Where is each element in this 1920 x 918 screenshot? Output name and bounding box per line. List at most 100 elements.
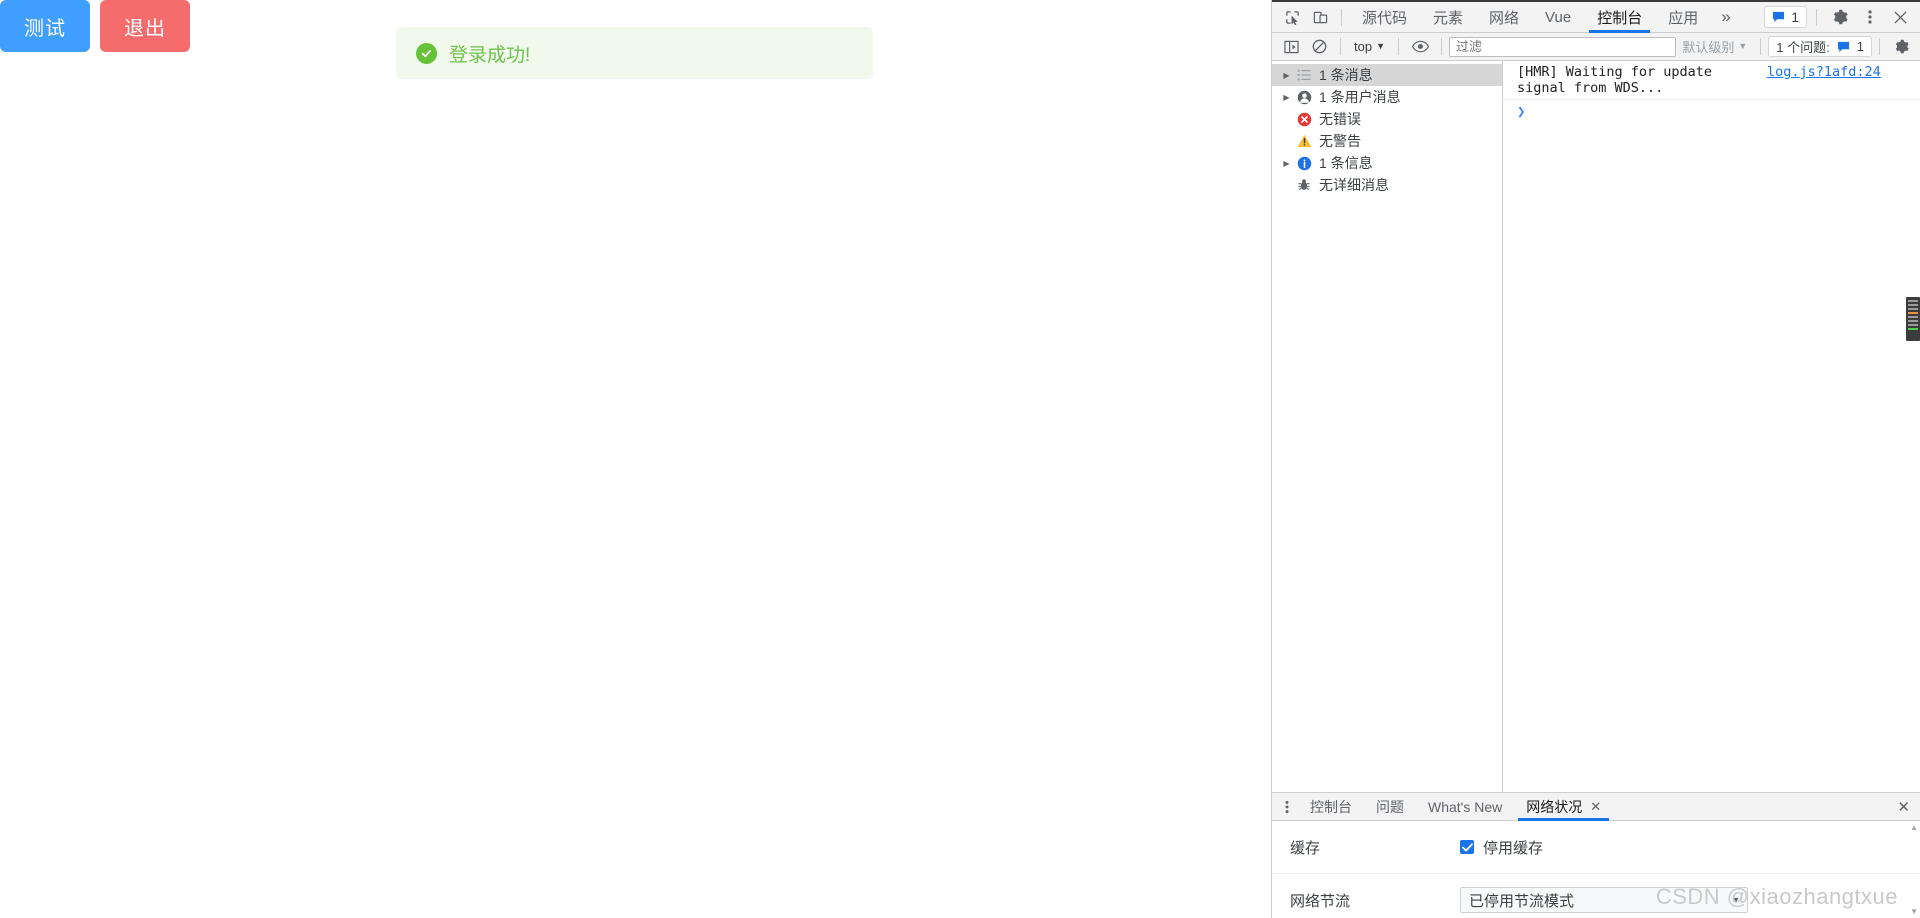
more-options-icon[interactable] (1856, 4, 1884, 30)
success-check-icon (416, 42, 437, 64)
checkbox-checked-icon (1460, 840, 1474, 854)
message-bubble-icon (1773, 11, 1785, 23)
console-message-text: [HMR] Waiting for update signal from WDS… (1517, 64, 1721, 96)
page-button-toolbar: 测试 退出 (0, 0, 190, 52)
chevron-down-icon: ▼ (1376, 41, 1385, 51)
console-filter-toolbar: top ▼ 默认级别 ▼ 1 个问题: 1 (1272, 33, 1920, 61)
ruler-mark-warning (1908, 312, 1918, 314)
close-icon[interactable] (1886, 4, 1914, 30)
throttling-select[interactable]: 已停用节流模式 ▼ (1460, 887, 1748, 913)
log-level-selector[interactable]: 默认级别 ▼ (1676, 36, 1753, 58)
ruler-mark (1908, 300, 1918, 302)
network-conditions-cache-row: 缓存 停用缓存 (1272, 821, 1920, 874)
filterbar-divider-3 (1441, 38, 1442, 55)
filterbar-divider-2 (1398, 38, 1399, 55)
chevron-down-icon: ▼ (1738, 41, 1748, 51)
execution-context-value: top (1354, 39, 1373, 54)
web-page-viewport: 测试 退出 登录成功! (0, 0, 1271, 918)
ruler-mark (1908, 316, 1918, 318)
network-conditions-panel: 缓存 停用缓存 网络节流 已停用节流模式 ▼ ▲ ▼ (1272, 821, 1920, 918)
info-icon (1293, 156, 1315, 171)
message-bubble-icon (1837, 41, 1849, 52)
test-button[interactable]: 测试 (0, 0, 90, 52)
close-icon[interactable]: ✕ (1590, 799, 1601, 815)
drawer-tab-console[interactable]: 控制台 (1298, 793, 1364, 821)
tab-elements[interactable]: 元素 (1420, 2, 1476, 33)
logout-button[interactable]: 退出 (100, 0, 190, 52)
drawer-tab-issues[interactable]: 问题 (1364, 793, 1416, 821)
console-filter-input[interactable] (1449, 36, 1677, 57)
console-input-prompt[interactable]: ❯ (1503, 100, 1920, 124)
console-sidebar-item-warnings[interactable]: 无警告 (1272, 130, 1502, 152)
success-alert: 登录成功! (396, 27, 873, 79)
console-sidebar-label: 无警告 (1319, 133, 1361, 149)
drawer-scroll-down-arrow-icon[interactable]: ▼ (1910, 907, 1918, 916)
expand-arrow-icon[interactable]: ▶ (1280, 93, 1293, 102)
devtools-panel: 源代码 元素 网络 Vue 控制台 应用 » 1 top ▼ 过滤 默认级别 ▼… (1271, 0, 1920, 918)
live-expression-icon[interactable] (1406, 34, 1434, 60)
execution-context-selector[interactable]: top ▼ (1348, 36, 1391, 58)
filterbar-divider-4 (1760, 38, 1762, 55)
warning-icon (1293, 134, 1315, 148)
settings-gear-icon[interactable] (1887, 34, 1915, 60)
tab-console[interactable]: 控制台 (1584, 2, 1655, 33)
console-sidebar-label: 1 条用户消息 (1319, 89, 1401, 105)
drawer-tab-whats-new[interactable]: What's New (1416, 793, 1514, 821)
console-message-list: [HMR] Waiting for update signal from WDS… (1503, 61, 1920, 792)
chevron-down-icon: ▼ (1732, 895, 1740, 905)
ruler-mark (1908, 324, 1918, 326)
expand-arrow-icon[interactable]: ▶ (1280, 71, 1293, 80)
console-sidebar-label: 1 条信息 (1319, 155, 1373, 171)
throttling-select-value: 已停用节流模式 (1469, 892, 1575, 910)
ruler-mark (1908, 308, 1918, 310)
drawer-tab-network-conditions[interactable]: 网络状况 ✕ (1514, 793, 1613, 821)
console-body: ▶ 1 条消息 ▶ 1 条用户消息 无错误 无警告 ▶ 1 条信息 无详细消息 … (1272, 61, 1920, 793)
console-sidebar-label: 无详细消息 (1319, 177, 1389, 193)
drawer-close-icon[interactable]: ✕ (1897, 798, 1910, 816)
console-message-source-link[interactable]: log.js?1afd:24 (1767, 64, 1881, 80)
console-message-row[interactable]: [HMR] Waiting for update signal from WDS… (1503, 61, 1920, 100)
list-icon (1293, 69, 1315, 81)
tab-vue[interactable]: Vue (1532, 2, 1584, 33)
log-level-value: 默认级别 (1682, 40, 1735, 55)
console-sidebar-item-messages[interactable]: ▶ 1 条消息 (1272, 64, 1502, 86)
message-count-value: 1 (1791, 9, 1799, 25)
message-count-badge[interactable]: 1 (1764, 6, 1807, 28)
expand-arrow-icon[interactable]: ▶ (1280, 159, 1293, 168)
inspect-element-icon[interactable] (1278, 4, 1306, 30)
ruler-mark-ok (1908, 328, 1918, 330)
console-sidebar-item-errors[interactable]: 无错误 (1272, 108, 1502, 130)
console-sidebar-toggle-icon[interactable] (1277, 34, 1305, 60)
clear-console-icon[interactable] (1305, 34, 1333, 60)
settings-gear-icon[interactable] (1826, 4, 1854, 30)
tab-application[interactable]: 应用 (1655, 2, 1711, 33)
console-sidebar-label: 无错误 (1319, 111, 1361, 127)
scrollbar-overview-ruler[interactable] (1906, 297, 1920, 341)
tab-sources[interactable]: 源代码 (1349, 2, 1420, 33)
verbose-bug-icon (1293, 178, 1315, 192)
user-icon (1293, 90, 1315, 105)
success-alert-message: 登录成功! (449, 44, 531, 66)
devtools-tabbar-right: 1 (1764, 4, 1920, 30)
screen-root: 测试 退出 登录成功! 源代码 元素 网络 Vue 控制台 应用 » 1 top… (0, 0, 1920, 918)
issues-counter-chip[interactable]: 1 个问题: 1 (1768, 36, 1872, 57)
tab-network[interactable]: 网络 (1476, 2, 1532, 33)
ruler-mark (1908, 304, 1918, 306)
console-sidebar-label: 1 条消息 (1319, 67, 1373, 83)
drawer-tab-label: 网络状况 (1526, 798, 1583, 815)
more-tabs-chevron-icon[interactable]: » (1711, 2, 1740, 33)
disable-cache-label: 停用缓存 (1483, 839, 1544, 857)
device-toolbar-icon[interactable] (1306, 4, 1334, 30)
ruler-mark (1908, 320, 1918, 322)
tabbar-right-divider (1816, 8, 1817, 26)
drawer-scroll-up-arrow-icon[interactable]: ▲ (1910, 823, 1918, 832)
console-sidebar-item-user-messages[interactable]: ▶ 1 条用户消息 (1272, 86, 1502, 108)
throttling-row-label: 网络节流 (1290, 892, 1351, 910)
disable-cache-checkbox[interactable]: 停用缓存 (1460, 837, 1543, 858)
console-sidebar-item-verbose[interactable]: 无详细消息 (1272, 174, 1502, 196)
console-sidebar-item-info[interactable]: ▶ 1 条信息 (1272, 152, 1502, 174)
toolbar-divider (1341, 8, 1342, 26)
drawer-more-options-icon[interactable] (1276, 794, 1298, 820)
filterbar-divider-1 (1340, 38, 1341, 55)
drawer-tabbar: 控制台 问题 What's New 网络状况 ✕ ✕ (1272, 793, 1920, 821)
